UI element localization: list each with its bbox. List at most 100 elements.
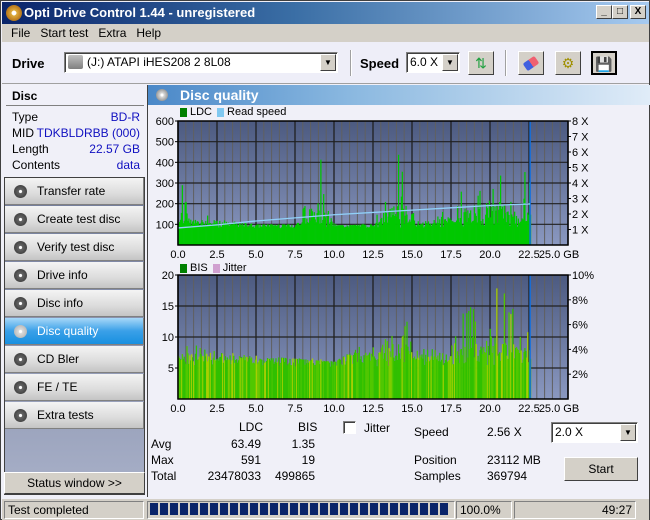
bis-chart: 0.0 2.5 5.0 7.5 10.0 12.5 15.0 17.5 20.0 22.5 25.0… [162, 270, 594, 415]
x-tick-label: 7.5 [287, 249, 302, 261]
position-value: 23112 MB [487, 453, 541, 467]
maximize-button[interactable]: □ [612, 5, 628, 19]
progress-block [330, 503, 338, 515]
eraser-icon [522, 55, 540, 72]
max-label: Max [151, 453, 174, 467]
nav-fe-te[interactable]: FE / TE [5, 374, 144, 401]
progress-percent: 100.0% [456, 501, 512, 519]
nav-label: Verify test disc [37, 240, 115, 254]
menu-start-test[interactable]: Start test [35, 24, 93, 42]
y-left-tick-label: 600 [156, 116, 174, 128]
disc-contents-row: Contents data [12, 157, 140, 173]
y-left-tick-label: 5 [168, 363, 174, 375]
y-left-tick-label: 400 [156, 157, 174, 169]
nav-create-test-disc[interactable]: Create test disc [5, 206, 144, 233]
save-button[interactable]: 💾 [591, 51, 617, 75]
nav-verify-test-disc[interactable]: Verify test disc [5, 234, 144, 261]
x-tick-label: 5.0 [248, 249, 263, 261]
close-button[interactable]: X [630, 5, 646, 19]
progress-block [370, 503, 378, 515]
avg-ldc-value: 63.49 [230, 437, 261, 451]
y-left-tick-label: 300 [156, 178, 174, 190]
x-tick-label: 22.5 [518, 403, 539, 415]
drive-select[interactable]: (J:) ATAPI iHES208 2 8L08 ▼ [64, 52, 338, 73]
status-bar: Test completed 100.0% 49:27 [2, 499, 649, 520]
x-tick-label: 25.0 GB [539, 403, 579, 415]
minimize-button[interactable]: _ [596, 5, 612, 19]
progress-block [420, 503, 428, 515]
nav-extra-tests[interactable]: Extra tests [5, 402, 144, 429]
samples-value: 369794 [487, 469, 528, 483]
progress-block [340, 503, 348, 515]
disc-icon [14, 241, 27, 254]
drive-label: Drive [12, 56, 45, 71]
progress-block [220, 503, 228, 515]
jitter-checkbox[interactable] [343, 421, 356, 434]
nav-disc-quality[interactable]: Disc quality [5, 318, 144, 345]
speed-label: Speed [360, 56, 400, 71]
nav-label: CD Bler [37, 352, 80, 366]
nav-transfer-rate[interactable]: Transfer rate [5, 178, 144, 205]
x-tick-label: 25.0 GB [539, 249, 579, 261]
disc-icon [14, 185, 27, 198]
disc-type-label: Type [12, 110, 39, 124]
disc-type-value: BD-R [110, 110, 140, 124]
x-tick-label: 20.0 [479, 249, 500, 261]
disc-icon [14, 353, 27, 366]
nav-disc-info[interactable]: Disc info [5, 290, 144, 317]
nav-drive-info[interactable]: Drive info [5, 262, 144, 289]
refresh-button[interactable]: ⇅ [468, 51, 494, 75]
jitter-checkbox-label: Jitter [364, 421, 391, 435]
menu-bar: File Start test Extra Help [2, 24, 649, 42]
y-right-tick-label: 10% [572, 270, 594, 282]
save-icon: 💾 [595, 56, 613, 72]
erase-button[interactable] [518, 51, 544, 75]
speed-select[interactable]: 6.0 X ▼ [406, 52, 460, 73]
progress-block [410, 503, 418, 515]
x-tick-label: 10.0 [323, 403, 344, 415]
y-right-tick-label: 6 X [572, 147, 589, 159]
speed-stat-label: Speed [414, 425, 449, 439]
progress-block [190, 503, 198, 515]
disc-icon [14, 325, 27, 338]
chevron-down-icon[interactable]: ▼ [620, 424, 636, 441]
nav-label: FE / TE [37, 380, 78, 394]
progress-block [210, 503, 218, 515]
disc-icon [14, 381, 27, 394]
progress-block [280, 503, 288, 515]
settings-button[interactable]: ⚙ [555, 51, 581, 75]
chevron-down-icon[interactable]: ▼ [320, 54, 336, 71]
main-panel: Disc quality LDC Read speed 0.0 2.5 5.0 7.5… [147, 85, 650, 497]
chevron-down-icon[interactable]: ▼ [442, 54, 458, 71]
disc-length-value: 22.57 GB [89, 142, 140, 156]
x-tick-label: 0.0 [170, 249, 185, 261]
nav-list: Transfer rate Create test disc Verify te… [4, 177, 145, 495]
y-right-tick-label: 7 X [572, 132, 589, 144]
progress-block [290, 503, 298, 515]
test-speed-select[interactable]: 2.0 X ▼ [551, 422, 638, 443]
y-left-tick-label: 10 [162, 332, 174, 344]
speed-value: 6.0 X [410, 55, 439, 69]
nav-cd-bler[interactable]: CD Bler [5, 346, 144, 373]
disc-mid-row: MID TDKBLDRBB (000) [12, 125, 140, 141]
app-window: Opti Drive Control 1.44 - unregistered _… [0, 0, 650, 520]
progress-block [310, 503, 318, 515]
y-right-tick-label: 4 X [572, 178, 589, 190]
menu-file[interactable]: File [6, 24, 35, 42]
start-button[interactable]: Start [564, 457, 638, 481]
x-tick-label: 2.5 [209, 249, 224, 261]
avg-label: Avg [151, 437, 172, 451]
window-title: Opti Drive Control 1.44 - unregistered [24, 5, 256, 20]
disc-icon [14, 269, 27, 282]
x-tick-label: 12.5 [362, 403, 383, 415]
status-window-button[interactable]: Status window >> [4, 472, 145, 494]
menu-extra[interactable]: Extra [93, 24, 131, 42]
y-left-tick-label: 100 [156, 219, 174, 231]
x-tick-label: 10.0 [323, 249, 344, 261]
x-tick-label: 7.5 [287, 403, 302, 415]
progress-block [360, 503, 368, 515]
nav-label: Transfer rate [37, 184, 106, 198]
menu-help[interactable]: Help [131, 24, 166, 42]
progress-block [430, 503, 438, 515]
progress-block [270, 503, 278, 515]
